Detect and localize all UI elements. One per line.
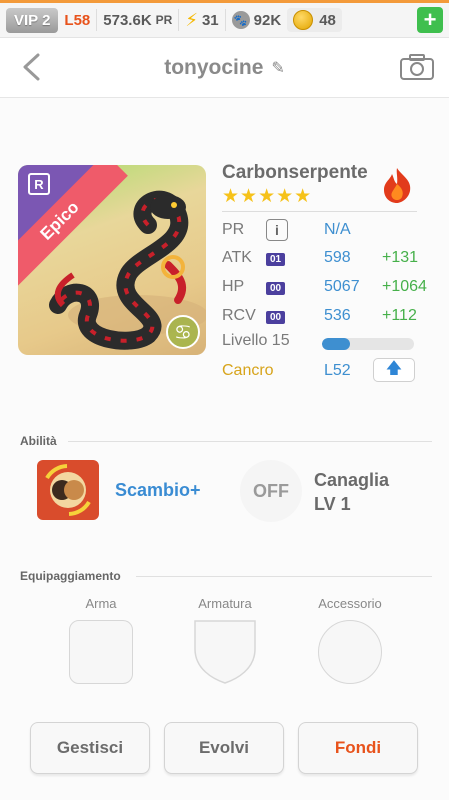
add-coins-button[interactable]: +: [417, 7, 443, 33]
header: tonyocine ✎: [0, 38, 449, 98]
divider: [222, 211, 417, 212]
passive-skill-name: Canaglia: [314, 470, 390, 490]
fuse-button[interactable]: Fondi: [298, 722, 418, 774]
upgrade-button[interactable]: 🡅: [373, 358, 415, 382]
monster-portrait[interactable]: R Epico ♋: [18, 165, 206, 355]
zodiac-level: L52: [324, 362, 351, 379]
divider: [68, 441, 432, 442]
level-progress-bar: [322, 338, 414, 350]
armor-slot[interactable]: [193, 619, 257, 685]
paw-stat: 🐾 92K: [231, 11, 282, 29]
stat-row-pr: PR i N/A: [222, 218, 382, 242]
level-label: Livello 15: [222, 332, 290, 349]
passive-skill: Canaglia LV 1: [314, 468, 389, 516]
back-icon[interactable]: [20, 52, 44, 82]
swap-icon: [45, 464, 91, 516]
lightning-icon: ⚡: [185, 9, 198, 30]
coin-value: 48: [319, 11, 336, 29]
page-title: tonyocine: [164, 55, 264, 79]
accessory-label: Accessorio: [318, 596, 382, 611]
divider: [224, 9, 226, 31]
stat-row-rcv: RCV 00 536 +112: [222, 304, 417, 328]
stat-value: N/A: [324, 221, 351, 238]
plus-level-badge: 01: [266, 253, 286, 266]
accessory-slot[interactable]: [318, 620, 382, 684]
weapon-slot[interactable]: [69, 620, 133, 684]
power-stat: 573.6K PR: [103, 12, 172, 29]
weapon-label: Arma: [85, 596, 117, 611]
player-level: L58: [64, 11, 91, 29]
divider: [178, 9, 180, 31]
stat-label: HP: [222, 278, 245, 295]
info-icon: i: [266, 219, 288, 241]
coin-icon: [293, 10, 314, 30]
stat-tag: 00: [266, 278, 324, 296]
passive-skill-level: LV 1: [314, 494, 351, 514]
swap-skill-icon[interactable]: [37, 460, 99, 520]
fire-element-icon: [384, 168, 411, 203]
info-button[interactable]: i: [266, 219, 324, 241]
active-skill-name[interactable]: Scambio+: [115, 480, 201, 501]
coin-stat: 48: [287, 8, 342, 32]
stat-tag: 00: [266, 307, 324, 325]
energy-value: 31: [201, 11, 219, 29]
stat-tag: 01: [266, 249, 324, 267]
stat-bonus: +131: [382, 249, 419, 266]
stat-bonus: +1064: [382, 278, 427, 295]
camera-icon[interactable]: [399, 53, 435, 81]
equipment-title: Equipaggiamento: [20, 569, 121, 583]
status-bar: VIP 2 L58 573.6K PR ⚡ 31 🐾 92K 48 +: [0, 0, 449, 38]
level-progress-fill: [322, 338, 350, 350]
plus-level-badge: 00: [266, 311, 286, 324]
stat-row-hp: HP 00 5067 +1064: [222, 275, 427, 299]
stat-value: 598: [324, 249, 351, 266]
arrow-up-icon: 🡅: [385, 359, 403, 377]
passive-skill-icon[interactable]: OFF: [240, 460, 302, 522]
stat-bonus: +112: [382, 307, 417, 324]
power-value: 573.6K: [103, 11, 152, 29]
paw-value: 92K: [253, 11, 282, 29]
stat-label: ATK: [222, 249, 252, 266]
stat-label: RCV: [222, 307, 256, 324]
stat-row-atk: ATK 01 598 +131: [222, 246, 418, 270]
plus-level-badge: 00: [266, 282, 286, 295]
zodiac-sign: Cancro: [222, 362, 274, 379]
power-unit: PR: [155, 13, 173, 27]
passive-state: OFF: [253, 480, 289, 501]
divider: [96, 9, 98, 31]
paw-icon: 🐾: [231, 11, 250, 29]
energy-stat: ⚡ 31: [185, 10, 218, 31]
monster-name: Carbonserpente: [222, 162, 368, 183]
evolve-button[interactable]: Evolvi: [164, 722, 284, 774]
star-rating: ★★★★★: [222, 186, 313, 207]
vip-badge[interactable]: VIP 2: [6, 7, 59, 33]
stat-value: 5067: [324, 278, 360, 295]
manage-button[interactable]: Gestisci: [30, 722, 150, 774]
stat-label: PR: [222, 221, 245, 238]
armor-label: Armatura: [198, 596, 252, 611]
edit-icon[interactable]: ✎: [271, 58, 284, 78]
rarity-badge: R: [28, 173, 50, 195]
abilities-title: Abilità: [20, 434, 57, 448]
divider: [136, 576, 432, 577]
zodiac-cancer-icon: ♋: [166, 315, 200, 349]
stat-value: 536: [324, 307, 351, 324]
